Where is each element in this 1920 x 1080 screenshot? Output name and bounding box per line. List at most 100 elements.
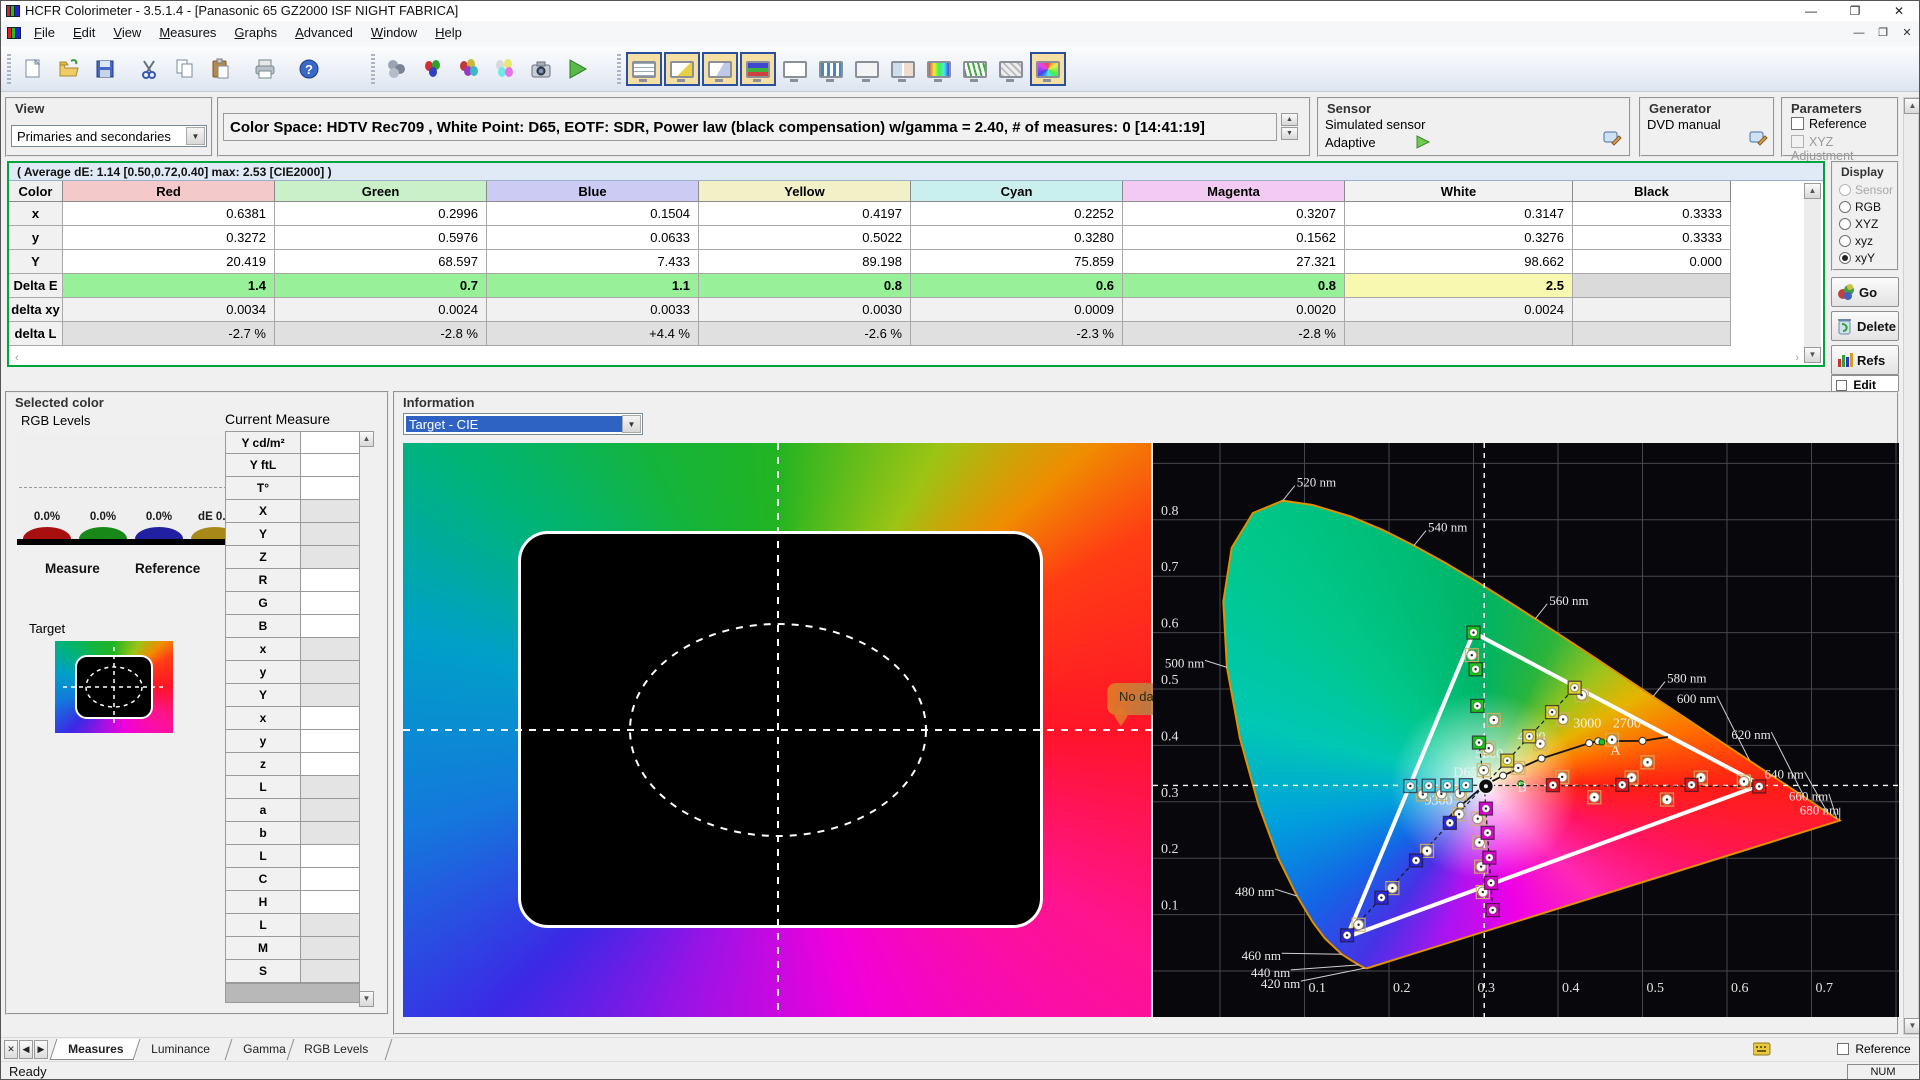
- view-icon-cie-diagram[interactable]: [1030, 52, 1066, 86]
- sensor-config-icon[interactable]: [1603, 129, 1623, 149]
- display-option-xyz[interactable]: xyz: [1839, 234, 1873, 248]
- snapshot-camera-icon[interactable]: [523, 51, 559, 87]
- cm-row-label-23: S: [225, 960, 301, 983]
- menu-item-measures[interactable]: Measures: [150, 21, 225, 44]
- display-option-RGB[interactable]: RGB: [1839, 200, 1881, 214]
- radio-xyY[interactable]: [1839, 252, 1851, 264]
- tab-rgb-levels[interactable]: RGB Levels: [287, 1039, 393, 1060]
- save-icon[interactable]: [87, 51, 123, 87]
- radio-RGB[interactable]: [1839, 201, 1851, 213]
- table-scroll-left-icon[interactable]: ‹: [15, 352, 19, 364]
- radio-XYZ[interactable]: [1839, 218, 1851, 230]
- svg-text:560 nm: 560 nm: [1549, 593, 1588, 608]
- minimize-button[interactable]: —: [1789, 1, 1833, 21]
- sensor-panel: Sensor Simulated sensor Adaptive: [1317, 97, 1631, 157]
- measure-primaries-icon[interactable]: [451, 51, 487, 87]
- close-button[interactable]: ✕: [1877, 1, 1920, 21]
- tab-luminance[interactable]: Luminance: [134, 1039, 232, 1060]
- information-selector[interactable]: Target - CIE ▼: [403, 413, 643, 435]
- tab-gamma[interactable]: Gamma: [225, 1039, 293, 1060]
- menu-item-view[interactable]: View: [104, 21, 150, 44]
- vertical-scrollbar[interactable]: ▲ ▼: [1903, 97, 1919, 1035]
- cell-x-yellow: 0.4197: [699, 202, 911, 226]
- display-option-xyY[interactable]: xyY: [1839, 251, 1875, 265]
- view-selector[interactable]: Primaries and secondaries ▼: [11, 125, 207, 147]
- cm-scroll-up-icon[interactable]: ▲: [359, 431, 374, 447]
- measure-secondaries-icon[interactable]: [487, 51, 523, 87]
- cut-icon[interactable]: [131, 51, 167, 87]
- run-measure-icon[interactable]: [559, 51, 595, 87]
- menu-item-graphs[interactable]: Graphs: [225, 21, 286, 44]
- view-icon-stack[interactable]: [994, 53, 1028, 85]
- mdi-child-icon: [7, 26, 21, 40]
- dual-glyph: [891, 61, 915, 78]
- refs-button[interactable]: Refs: [1831, 345, 1899, 375]
- generator-panel: Generator DVD manual: [1639, 97, 1775, 157]
- edit-checkbox[interactable]: [1836, 380, 1847, 391]
- paste-icon[interactable]: [203, 51, 239, 87]
- generator-config-icon[interactable]: [1749, 129, 1769, 149]
- spin-up-button[interactable]: ▲: [1281, 113, 1298, 126]
- view-icon-blank[interactable]: [778, 53, 812, 85]
- column-header-cyan: Cyan: [911, 181, 1123, 202]
- print-icon[interactable]: [247, 51, 283, 87]
- view-icon-luminance-curve[interactable]: [664, 52, 700, 86]
- cell-delta-xy-white: 0.0024: [1345, 298, 1573, 322]
- view-icon-page[interactable]: [850, 53, 884, 85]
- param-reference[interactable]: Reference: [1791, 117, 1867, 131]
- view-icon-rgb-levels[interactable]: [740, 52, 776, 86]
- menu-item-file[interactable]: File: [25, 21, 64, 44]
- go-button[interactable]: Go: [1831, 277, 1899, 307]
- view-icon-measures-grid[interactable]: [626, 52, 662, 86]
- table-scroll-up-icon[interactable]: ▲: [1804, 183, 1821, 199]
- spin-down-button[interactable]: ▼: [1281, 127, 1298, 140]
- go-spheres-icon: [1836, 282, 1856, 302]
- menu-item-window[interactable]: Window: [362, 21, 426, 44]
- cell-Y-black: 0.000: [1573, 250, 1731, 274]
- restore-button[interactable]: ❐: [1833, 1, 1877, 21]
- delete-button[interactable]: Delete: [1831, 311, 1899, 341]
- sensor-config-spheres-icon[interactable]: [379, 51, 415, 87]
- tab-measures[interactable]: Measures: [50, 1039, 141, 1060]
- scroll-down-icon[interactable]: ▼: [1904, 1018, 1920, 1034]
- cm-scroll-down-icon[interactable]: ▼: [359, 991, 374, 1007]
- display-option-XYZ[interactable]: XYZ: [1839, 217, 1878, 231]
- help-icon[interactable]: ?: [291, 51, 327, 87]
- reference-check-row[interactable]: Reference: [1837, 1042, 1911, 1056]
- tab-prev-icon[interactable]: ◀: [19, 1040, 33, 1059]
- copy-icon[interactable]: [167, 51, 203, 87]
- status-bar: Ready NUM: [1, 1061, 1920, 1080]
- radio-label: xyz: [1855, 234, 1873, 248]
- view-icon-wave[interactable]: [958, 53, 992, 85]
- view-icon-dual[interactable]: [886, 53, 920, 85]
- radio-xyz[interactable]: [1839, 235, 1851, 247]
- rgb-levels-label: RGB Levels: [21, 413, 90, 428]
- param-checkbox[interactable]: [1791, 117, 1804, 130]
- new-document-icon[interactable]: [15, 51, 51, 87]
- view-icon-color-screen[interactable]: [922, 53, 956, 85]
- open-folder-icon[interactable]: [51, 51, 87, 87]
- chevron-down-icon[interactable]: ▼: [186, 127, 205, 145]
- tab-next-icon[interactable]: ▶: [34, 1040, 48, 1059]
- mdi-restore-button[interactable]: ❐: [1873, 24, 1893, 42]
- cm-row-label-9: x: [225, 638, 301, 661]
- sensor-run-icon[interactable]: [1415, 135, 1431, 149]
- table-scroll-down-icon[interactable]: ▼: [1804, 347, 1821, 363]
- view-icon-gamma-curve[interactable]: [702, 52, 738, 86]
- cell-x-white: 0.3147: [1345, 202, 1573, 226]
- view-icon-bars[interactable]: [814, 53, 848, 85]
- mdi-close-button[interactable]: ✕: [1897, 24, 1917, 42]
- menu-item-advanced[interactable]: Advanced: [286, 21, 362, 44]
- chevron-down-icon[interactable]: ▼: [622, 415, 641, 433]
- keyboard-icon[interactable]: [1753, 1042, 1771, 1056]
- table-vscrollbar[interactable]: ▲ ▼: [1804, 183, 1821, 363]
- menu-item-help[interactable]: Help: [426, 21, 471, 44]
- mdi-minimize-button[interactable]: —: [1849, 24, 1869, 42]
- reference-checkbox[interactable]: [1837, 1043, 1849, 1055]
- tab-close-icon[interactable]: ✕: [4, 1040, 18, 1059]
- table-scroll-right-icon[interactable]: ›: [1795, 352, 1799, 364]
- rgb-bar-2: [135, 527, 183, 539]
- scroll-up-icon[interactable]: ▲: [1904, 98, 1920, 114]
- menu-item-edit[interactable]: Edit: [64, 21, 104, 44]
- measure-grayscale-icon[interactable]: [415, 51, 451, 87]
